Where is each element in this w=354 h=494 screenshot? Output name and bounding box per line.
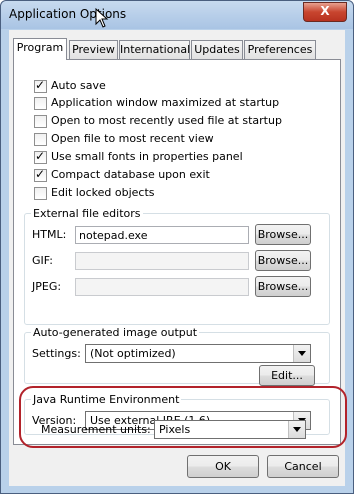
external-editors-group: External file editors HTML: notepad.exe …	[24, 207, 330, 325]
jpeg-editor-field[interactable]	[75, 278, 249, 296]
tab-international[interactable]: International	[119, 40, 190, 59]
checkbox-label: Application window maximized at startup	[51, 96, 280, 109]
tab-program[interactable]: Program	[13, 38, 67, 60]
browse-jpeg-button[interactable]: Browse...	[255, 276, 311, 297]
close-icon: X	[320, 4, 330, 18]
checkbox-box[interactable]	[34, 97, 47, 110]
checkbox-box[interactable]: ✓	[34, 149, 47, 164]
tab-label: International	[120, 43, 191, 56]
browse-html-button[interactable]: Browse...	[255, 224, 311, 245]
checkbox-label: Edit locked objects	[51, 186, 155, 199]
tab-label: Updates	[194, 43, 240, 56]
select-value: Pixels	[159, 423, 191, 436]
program-tab-panel: ✓ Auto save Application window maximized…	[13, 59, 341, 445]
checkbox-box[interactable]	[34, 187, 47, 200]
tab-preferences[interactable]: Preferences	[244, 40, 316, 59]
html-editor-field[interactable]: notepad.exe	[75, 226, 249, 244]
check-mark-icon: ✓	[35, 167, 46, 181]
edit-button[interactable]: Edit...	[259, 365, 315, 386]
tab-label: Program	[16, 41, 64, 54]
browse-gif-button[interactable]: Browse...	[255, 250, 311, 271]
measurement-units-select[interactable]: Pixels	[154, 420, 306, 439]
jpeg-label: JPEG:	[32, 280, 62, 293]
tab-label: Preview	[72, 43, 115, 56]
application-options-window: Application Options X Program Preview In…	[0, 0, 354, 494]
group-title: Java Runtime Environment	[31, 393, 182, 406]
image-settings-select[interactable]: (Not optimized)	[85, 344, 311, 363]
dialog-client-area: Program Preview International Updates Pr…	[9, 30, 347, 486]
checkbox-label: Compact database upon exit	[51, 168, 210, 181]
select-value: (Not optimized)	[90, 347, 176, 360]
chevron-down-icon[interactable]	[293, 345, 310, 362]
close-button[interactable]: X	[303, 2, 347, 22]
settings-label: Settings:	[32, 347, 81, 360]
chevron-down-icon[interactable]	[288, 421, 305, 438]
html-label: HTML:	[32, 228, 67, 241]
checkbox-box[interactable]: ✓	[34, 78, 47, 93]
tab-label: Preferences	[247, 43, 313, 56]
checkbox-label: Auto save	[51, 79, 106, 92]
group-title: External file editors	[31, 207, 143, 220]
group-title: Auto-generated image output	[31, 326, 200, 339]
checkbox-label: Open file to most recent view	[51, 132, 214, 145]
check-mark-icon: ✓	[35, 149, 46, 163]
checkbox-label: Open to most recently used file at start…	[51, 114, 282, 127]
check-mark-icon: ✓	[35, 78, 46, 92]
checkbox-box[interactable]: ✓	[34, 167, 47, 182]
checkbox-label: Use small fonts in properties panel	[51, 150, 243, 163]
tab-preview[interactable]: Preview	[69, 40, 118, 59]
ok-button[interactable]: OK	[187, 455, 259, 478]
checkbox-box[interactable]	[34, 115, 47, 128]
gif-editor-field[interactable]	[75, 252, 249, 270]
measurement-units-label: Measurement units:	[41, 423, 151, 436]
cancel-button[interactable]: Cancel	[267, 455, 339, 478]
title-bar[interactable]: Application Options X	[1, 1, 353, 29]
checkbox-box[interactable]	[34, 133, 47, 146]
tab-updates[interactable]: Updates	[191, 40, 243, 59]
mouse-cursor-icon	[95, 8, 109, 28]
gif-label: GIF:	[32, 254, 53, 267]
